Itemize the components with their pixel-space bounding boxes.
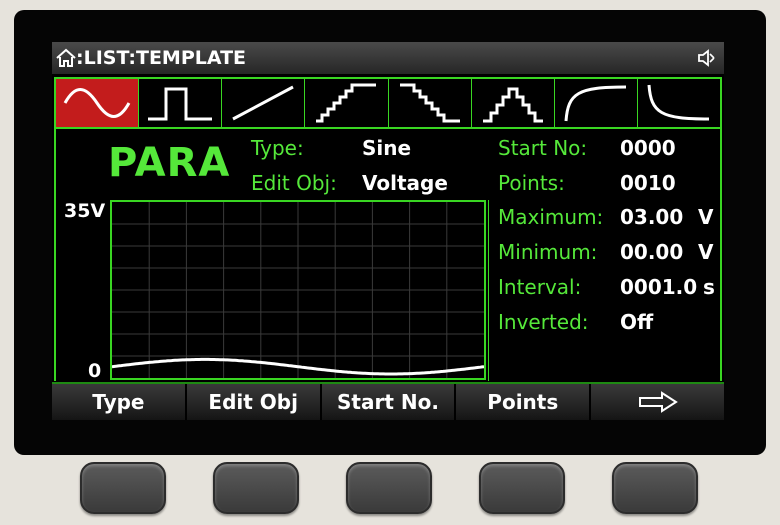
maximum-unit: V bbox=[698, 205, 714, 229]
wave-triangle-stairs-tab[interactable] bbox=[471, 79, 555, 127]
start-no-value[interactable]: 0000 bbox=[620, 136, 676, 160]
interval-label: Interval: bbox=[498, 275, 582, 299]
wave-ramp-tab[interactable] bbox=[222, 79, 306, 127]
minimum-value[interactable]: 00.00 bbox=[620, 240, 683, 264]
mode-indicator: PARA bbox=[108, 140, 231, 186]
fall-exponential-icon bbox=[647, 84, 709, 121]
title-bar: :LIST:TEMPLATE bbox=[52, 42, 724, 74]
type-value[interactable]: Sine bbox=[362, 136, 411, 160]
home-icon[interactable] bbox=[55, 48, 77, 68]
maximum-label: Maximum: bbox=[498, 205, 604, 229]
hardware-softkey-3[interactable] bbox=[346, 462, 432, 514]
speaker-muted-icon bbox=[698, 49, 715, 67]
softkey-type[interactable]: Type bbox=[52, 384, 187, 420]
edit-obj-value[interactable]: Voltage bbox=[362, 171, 448, 195]
inverted-label: Inverted: bbox=[498, 310, 589, 334]
wave-rise-exp-tab[interactable] bbox=[554, 79, 638, 127]
triangle-stairs-icon bbox=[482, 87, 543, 123]
minimum-label: Minimum: bbox=[498, 240, 598, 264]
minimum-unit: V bbox=[698, 240, 714, 264]
y-axis-max-label: 35V bbox=[64, 200, 106, 222]
hardware-softkey-2[interactable] bbox=[213, 462, 299, 514]
softkey-bar: Type Edit Obj Start No. Points bbox=[52, 382, 724, 420]
wave-staircase-up-tab[interactable] bbox=[305, 79, 389, 127]
hardware-softkey-5[interactable] bbox=[612, 462, 698, 514]
square-wave-icon bbox=[148, 87, 213, 121]
waveform-selector bbox=[54, 77, 722, 129]
ramp-wave-icon bbox=[232, 85, 295, 121]
interval-unit: s bbox=[703, 275, 715, 299]
softkey-points[interactable]: Points bbox=[456, 384, 592, 420]
rise-exponential-icon bbox=[564, 85, 626, 122]
interval-value[interactable]: 0001.0 bbox=[620, 275, 697, 299]
panel-divider bbox=[488, 200, 489, 381]
display-screen: :LIST:TEMPLATE PARA Type: Sine Edit Obj:… bbox=[52, 42, 724, 420]
hardware-softkey-4[interactable] bbox=[479, 462, 565, 514]
inverted-value[interactable]: Off bbox=[620, 310, 653, 334]
softkey-edit-obj[interactable]: Edit Obj bbox=[187, 384, 322, 420]
menu-path: :LIST:TEMPLATE bbox=[76, 47, 247, 69]
sine-wave-icon bbox=[63, 88, 131, 118]
waveform-preview-graph bbox=[110, 200, 486, 380]
edit-obj-label: Edit Obj: bbox=[251, 171, 337, 195]
softkey-start-no[interactable]: Start No. bbox=[322, 384, 457, 420]
wave-square-tab[interactable] bbox=[139, 79, 223, 127]
arrow-right-icon bbox=[638, 391, 678, 413]
y-axis-min-label: 0 bbox=[88, 360, 102, 382]
type-label: Type: bbox=[251, 136, 304, 160]
maximum-value[interactable]: 03.00 bbox=[620, 205, 683, 229]
points-label: Points: bbox=[498, 171, 565, 195]
start-no-label: Start No: bbox=[498, 136, 588, 160]
waveform-preview-plot bbox=[112, 202, 484, 378]
wave-staircase-down-tab[interactable] bbox=[388, 79, 472, 127]
hardware-softkey-1[interactable] bbox=[80, 462, 166, 514]
points-value[interactable]: 0010 bbox=[620, 171, 676, 195]
staircase-up-icon bbox=[316, 83, 377, 123]
wave-sine-tab[interactable] bbox=[56, 79, 140, 127]
softkey-next[interactable] bbox=[591, 384, 724, 420]
wave-fall-exp-tab[interactable] bbox=[637, 79, 720, 127]
staircase-down-icon bbox=[399, 83, 460, 123]
